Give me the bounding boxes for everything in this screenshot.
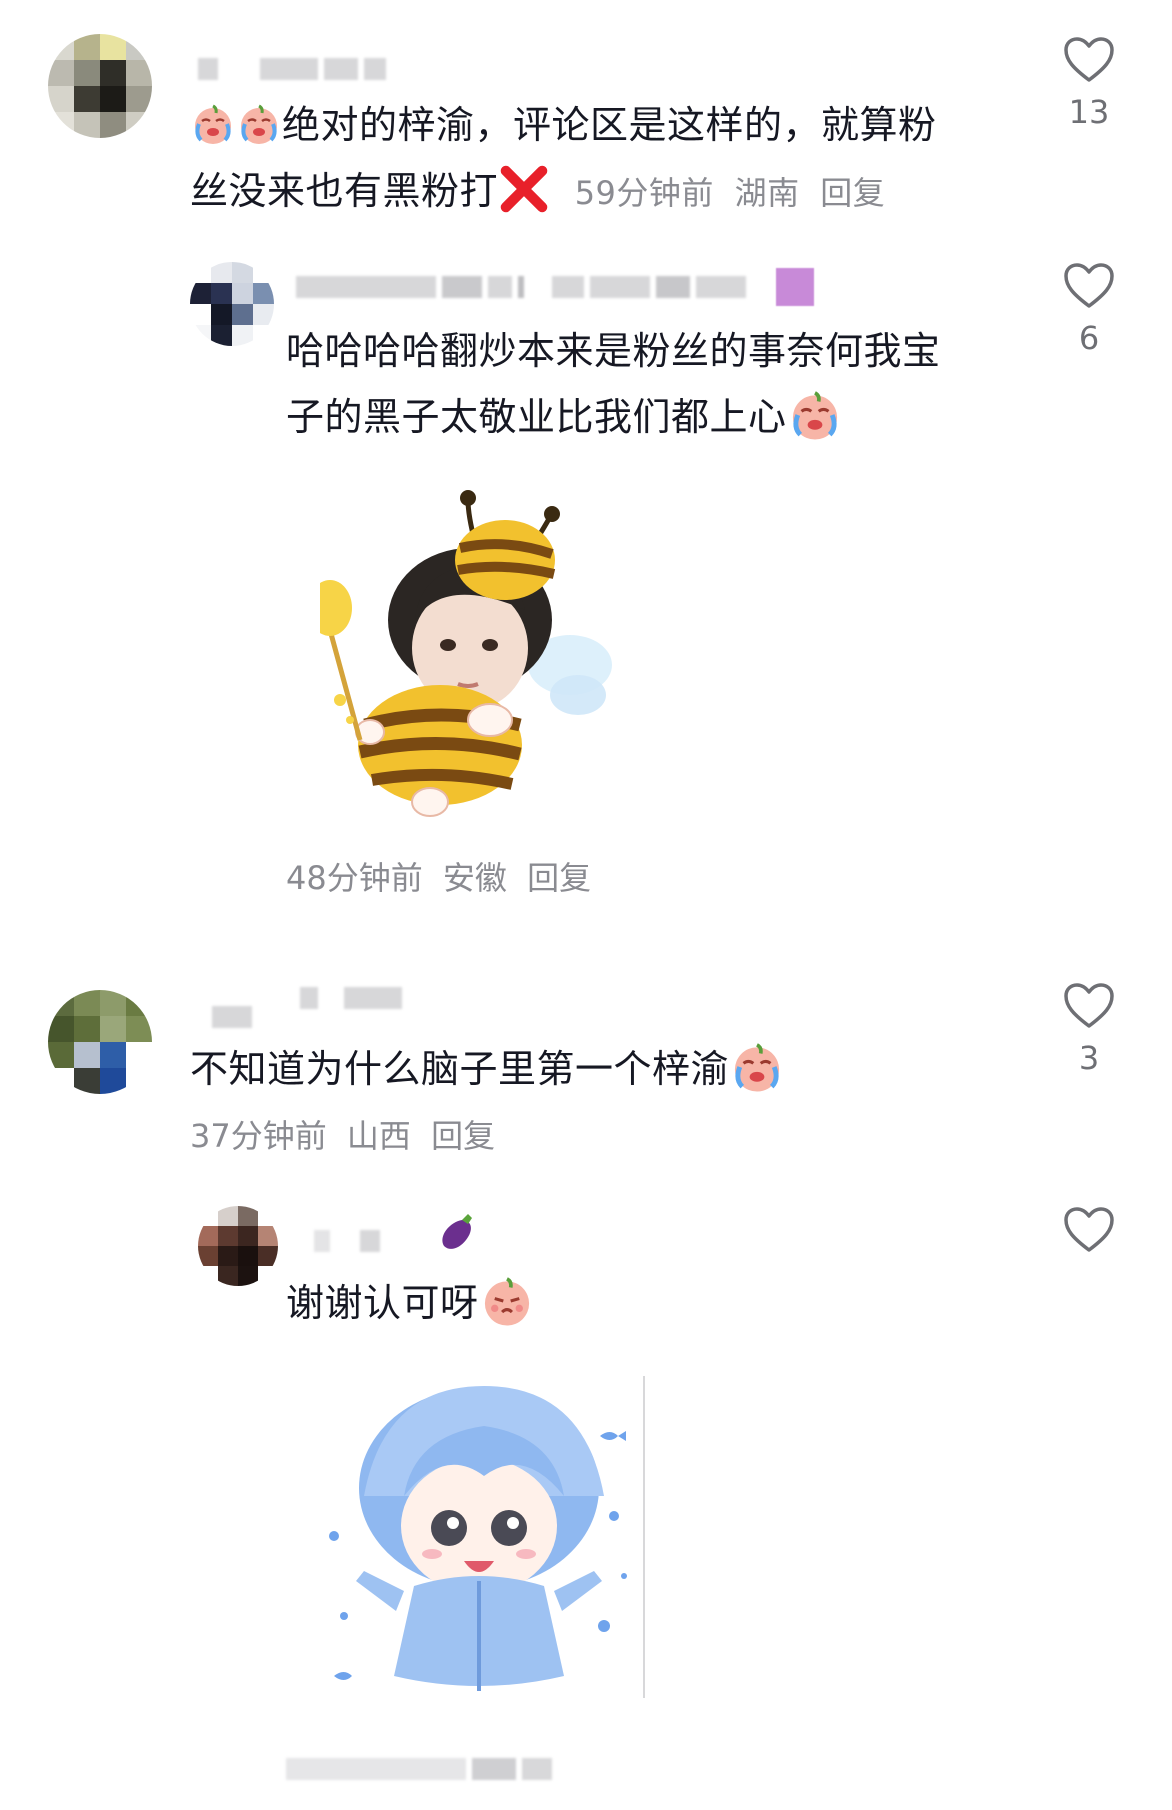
comment-line-2: 丝没来也有黑粉打 <box>190 169 499 213</box>
like-button[interactable]: 3 <box>1049 982 1129 1078</box>
comment-meta: 48分钟前 安徽 回复 <box>286 858 601 898</box>
comment-location: 山西 <box>346 1117 411 1155</box>
avatar[interactable] <box>198 1206 278 1286</box>
crying-face-emoji <box>734 1043 780 1092</box>
avatar[interactable] <box>48 990 152 1094</box>
blurred-meta <box>286 1756 552 1782</box>
crying-face-emoji <box>792 391 837 440</box>
username[interactable] <box>212 987 402 1028</box>
heart-outline-icon <box>1064 37 1114 82</box>
bee-boy-sticker[interactable] <box>320 470 630 840</box>
like-count: 6 <box>1078 319 1100 357</box>
username[interactable] <box>314 1228 380 1254</box>
crying-face-emoji <box>241 104 277 144</box>
like-count: 13 <box>1068 93 1110 131</box>
reply-button[interactable]: 回复 <box>527 859 591 897</box>
eggplant-emoji <box>442 1214 472 1249</box>
chibi-boy-sticker[interactable] <box>314 1376 654 1706</box>
comment-text: 哈哈哈哈翻炒本来是粉丝的事奈何我宝 子的黑子太敬业比我们都上心 <box>286 318 1006 450</box>
pouting-face-emoji <box>484 1277 529 1326</box>
red-cross-emoji <box>500 165 548 213</box>
comment-text: 不知道为什么脑子里第一个梓渝 <box>190 1036 1010 1102</box>
reply-button[interactable]: 回复 <box>431 1117 495 1155</box>
heart-outline-icon <box>1064 983 1114 1028</box>
like-count: 3 <box>1078 1039 1100 1077</box>
comment-line-1: 谢谢认可呀 <box>286 1281 479 1325</box>
comment-text: 谢谢认可呀 <box>286 1270 986 1336</box>
comment-time: 48分钟前 <box>286 859 423 897</box>
like-button[interactable]: 6 <box>1049 262 1129 358</box>
comment-meta: 37分钟前 山西 回复 <box>190 1116 505 1156</box>
avatar[interactable] <box>48 34 152 138</box>
heart-outline-icon <box>1064 1207 1114 1252</box>
crying-face-emoji <box>195 104 231 144</box>
comment-text: 绝对的梓渝，评论区是这样的，就算粉 丝没来也有黑粉打 59分钟前 湖南 回复 <box>190 92 1020 224</box>
comment-location: 安徽 <box>442 859 507 897</box>
comment-line-1: 不知道为什么脑子里第一个梓渝 <box>190 1047 730 1091</box>
reply-button[interactable]: 回复 <box>820 174 885 212</box>
username[interactable] <box>198 56 386 82</box>
like-button[interactable]: 13 <box>1049 36 1129 132</box>
comment-line-1: 绝对的梓渝，评论区是这样的，就算粉 <box>282 103 937 147</box>
comment-time: 37分钟前 <box>190 1117 327 1155</box>
heart-outline-icon <box>1064 263 1114 308</box>
like-button[interactable] <box>1049 1206 1129 1254</box>
avatar[interactable] <box>190 262 274 346</box>
username[interactable] <box>296 268 814 306</box>
comment-location: 湖南 <box>734 174 800 212</box>
comment-time: 59分钟前 <box>574 174 714 212</box>
comment-line-1: 哈哈哈哈翻炒本来是粉丝的事奈何我宝 <box>286 329 941 373</box>
comment-line-2: 子的黑子太敬业比我们都上心 <box>286 395 787 439</box>
